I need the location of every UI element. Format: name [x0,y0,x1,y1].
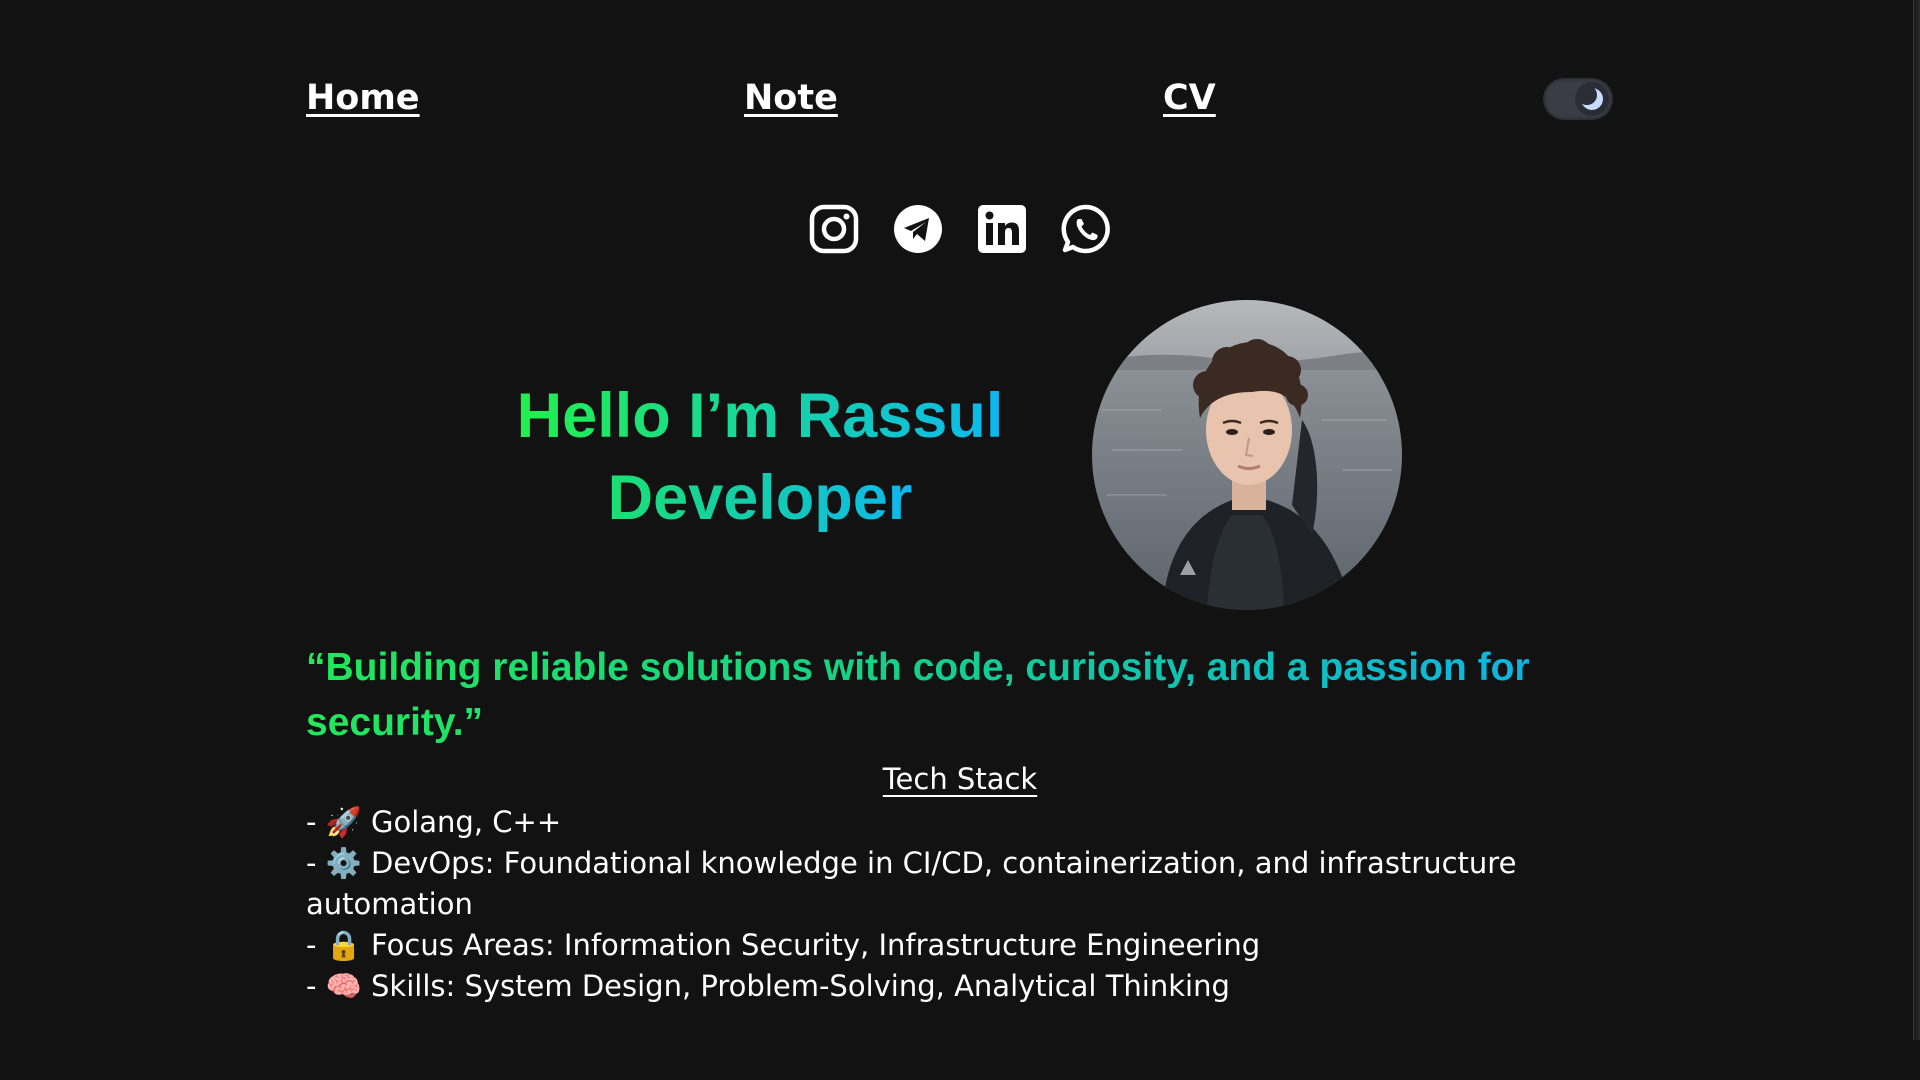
page: Home Note CV Hello I’m Rassul Developer … [0,0,1920,1080]
nav-cv-link[interactable]: CV [1163,78,1216,118]
moon-icon [1579,86,1603,110]
hero-line-1: Hello I’m Rassul [517,381,1004,451]
social-links [808,203,1112,255]
hero-greeting: Hello I’m [516,381,780,451]
hero-title: Hello I’m Rassul Developer [450,375,1070,539]
page-scrollbar[interactable] [1913,0,1920,1040]
nav-note-link[interactable]: Note [744,78,838,118]
nav-home-link[interactable]: Home [306,78,420,118]
tech-stack-heading: Tech Stack [0,762,1920,796]
tagline-quote: “Building reliable solutions with code, … [306,640,1636,750]
toggle-knob [1575,82,1609,116]
telegram-icon[interactable] [892,203,944,255]
avatar [1092,300,1402,610]
whatsapp-icon[interactable] [1060,203,1112,255]
linkedin-icon[interactable] [976,203,1028,255]
hero-name: Rassul [796,381,1004,451]
list-item: - 🧠 Skills: System Design, Problem-Solvi… [306,969,1230,1003]
tech-stack-title: Tech Stack [882,762,1038,796]
list-item: - 🔒 Focus Areas: Information Security, I… [306,928,1261,962]
list-item: - 🚀 Golang, C++ [306,805,562,839]
instagram-icon[interactable] [808,203,860,255]
theme-toggle[interactable] [1543,78,1613,120]
tech-stack-list: - 🚀 Golang, C++ - ⚙️ DevOps: Foundationa… [306,802,1556,1007]
hero-role: Developer [607,463,913,533]
list-item: - ⚙️ DevOps: Foundational knowledge in C… [306,846,1517,921]
